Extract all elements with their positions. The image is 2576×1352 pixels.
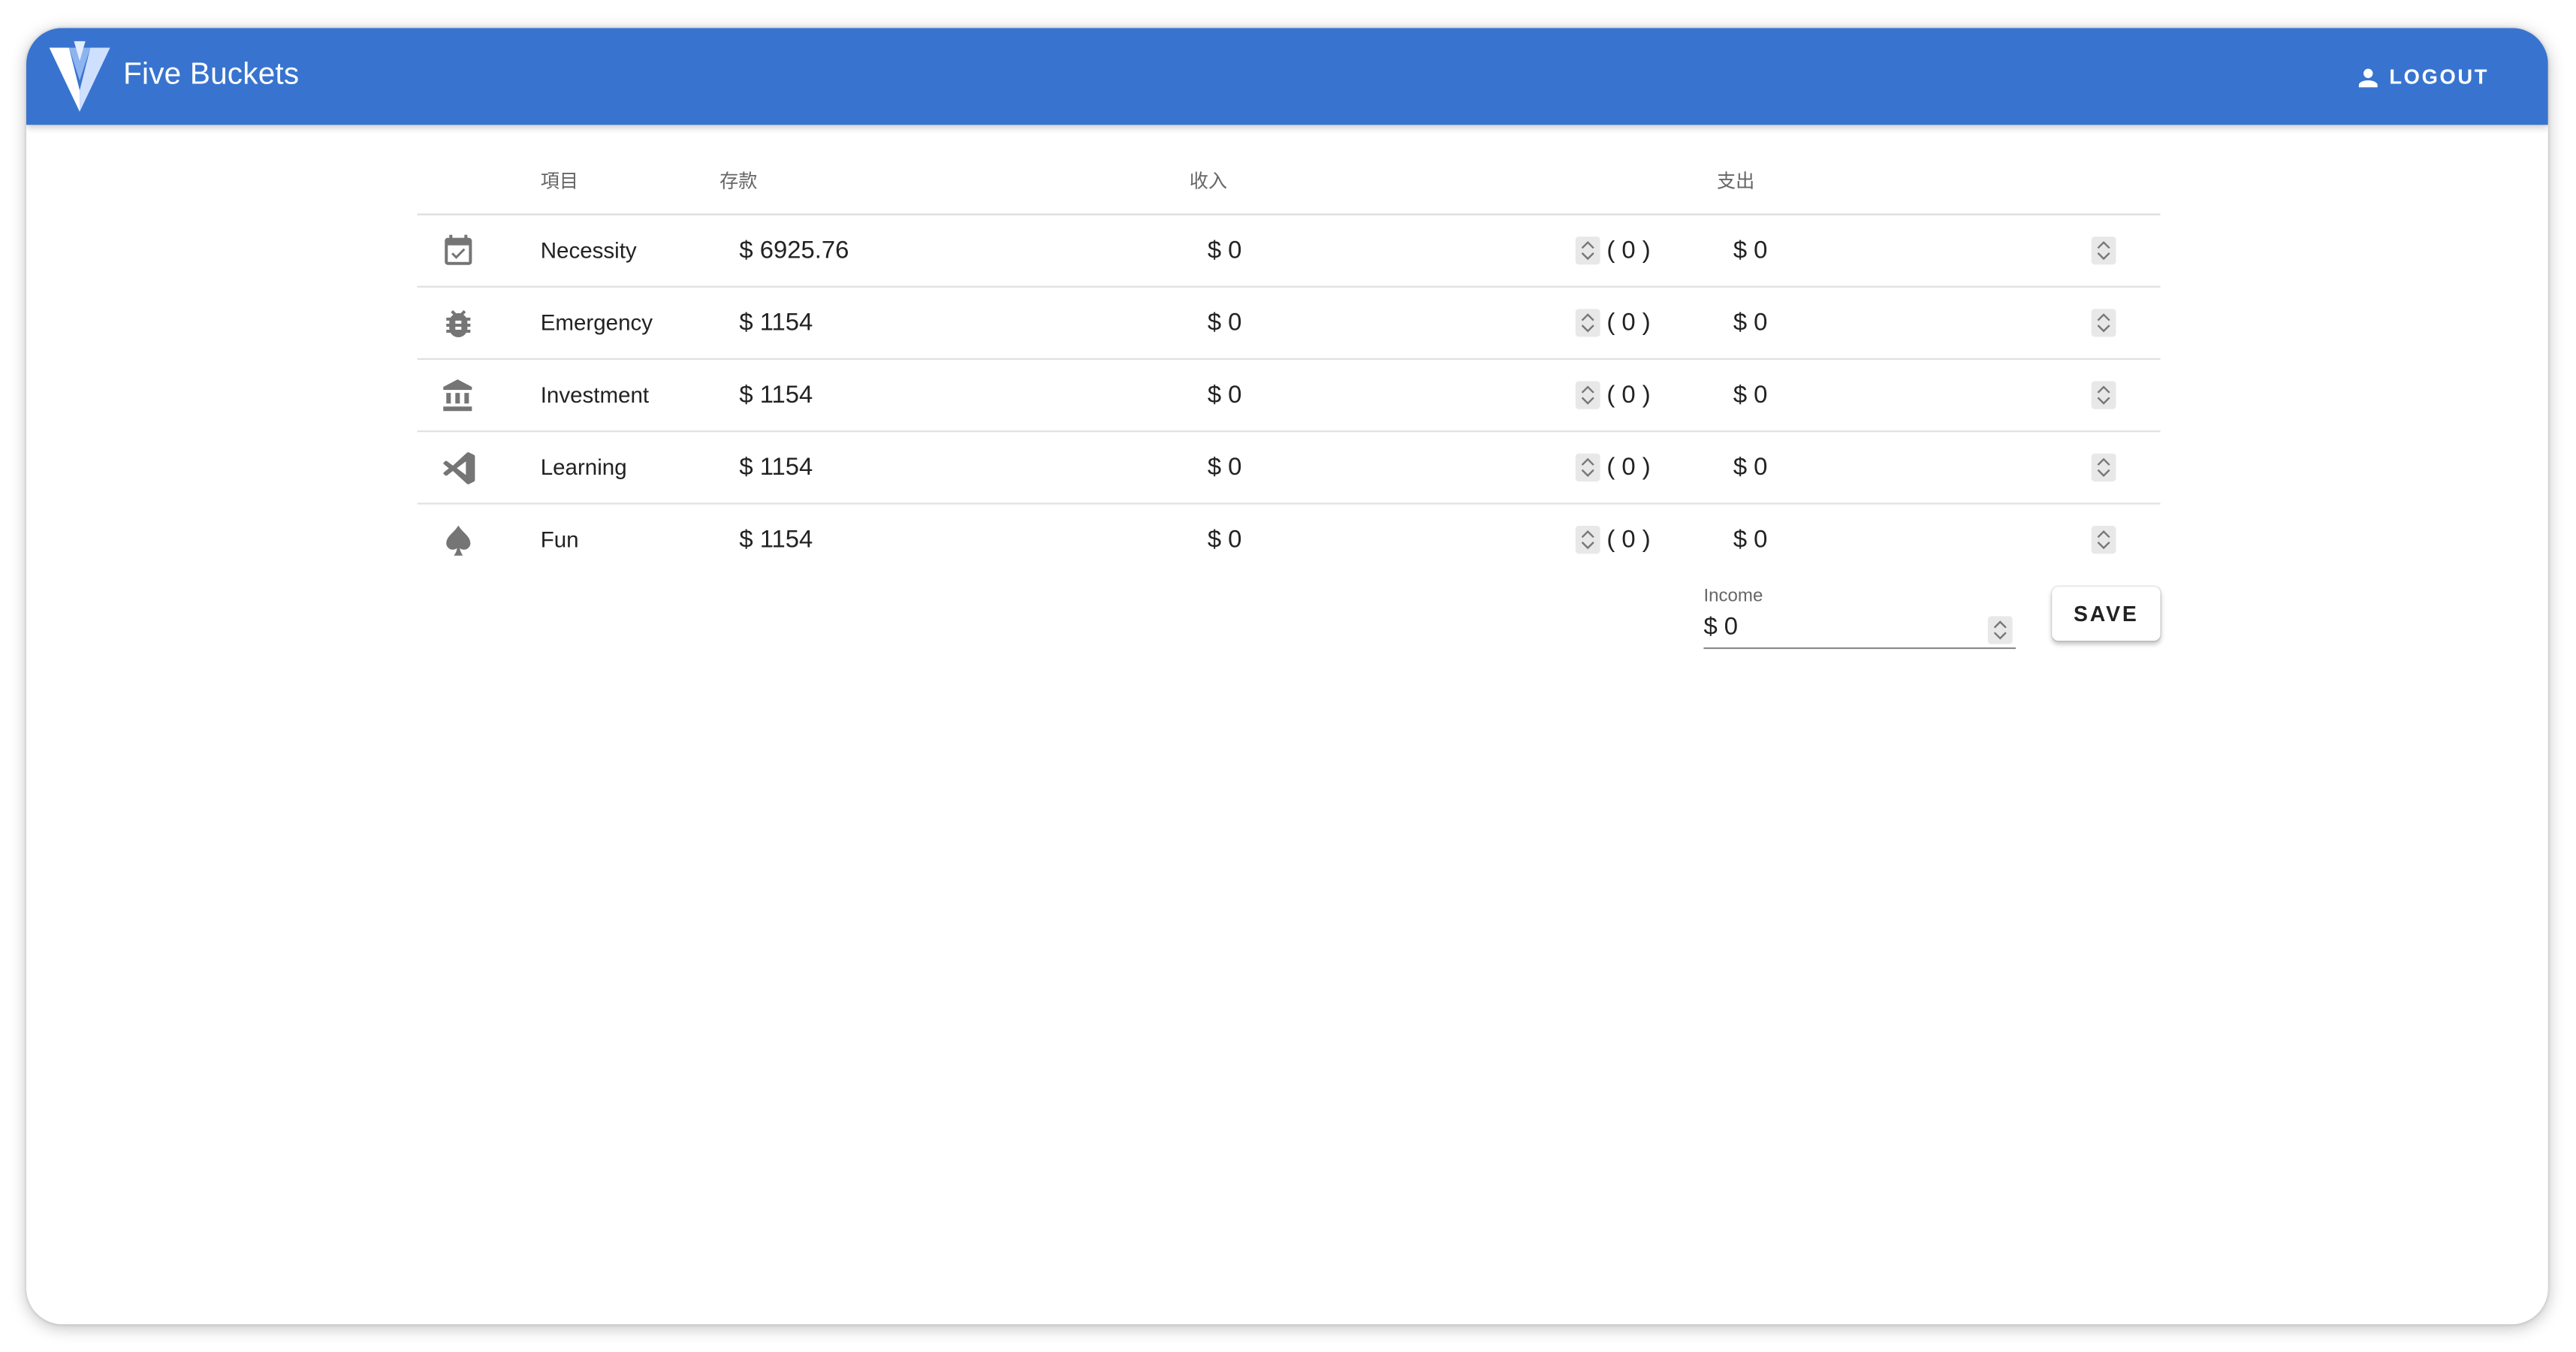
app-title: Five Buckets [123, 56, 300, 91]
row-income-paren: ( 0 ) [1606, 526, 1651, 554]
income-spinner[interactable] [1575, 526, 1600, 554]
bank-icon [440, 378, 476, 414]
row-expense-input[interactable]: $ 0 [1733, 454, 1768, 481]
table-header: 項目 存款 收入 支出 [417, 125, 2161, 216]
calendar-check-icon [440, 234, 476, 270]
logout-button[interactable]: LOGOUT [2354, 61, 2489, 94]
spinner-arrows-icon [2097, 530, 2110, 550]
spade-icon [440, 523, 476, 559]
row-income-input[interactable]: $ 0 [1208, 382, 1242, 409]
row-income-input[interactable]: $ 0 [1208, 237, 1242, 264]
row-savings: $ 1154 [739, 453, 813, 481]
spinner-arrows-icon [2097, 457, 2110, 477]
spinner-arrows-icon [1993, 620, 2007, 640]
spinner-arrows-icon [1581, 240, 1594, 261]
header-expense: 支出 [1716, 172, 1755, 192]
row-income-input[interactable]: $ 0 [1208, 309, 1242, 336]
expense-spinner[interactable] [2091, 526, 2116, 554]
income-label: Income [1703, 586, 1763, 607]
row-name: Emergency [540, 310, 653, 336]
row-savings: $ 6925.76 [739, 237, 849, 265]
row-expense-input[interactable]: $ 0 [1733, 237, 1768, 264]
row-expense-input[interactable]: $ 0 [1733, 382, 1768, 409]
income-input[interactable]: $ 0 [1703, 610, 2016, 650]
code-editor-icon [440, 450, 476, 486]
save-button[interactable]: SAVE [2052, 586, 2161, 641]
spinner-arrows-icon [1581, 457, 1594, 477]
spinner-arrows-icon [1581, 530, 1594, 550]
row-income-input[interactable]: $ 0 [1208, 526, 1242, 554]
table-row: Necessity $ 6925.76 $ 0 ( 0 ) $ 0 [417, 216, 2161, 288]
table-row: Investment $ 1154 $ 0 ( 0 ) $ 0 [417, 360, 2161, 433]
row-savings: $ 1154 [739, 526, 813, 554]
spinner-arrows-icon [2097, 313, 2110, 333]
vuetify-logo-icon [49, 41, 110, 112]
expense-spinner[interactable] [2091, 309, 2116, 337]
row-income-paren: ( 0 ) [1606, 381, 1651, 409]
app-window: Five Buckets LOGOUT 項目 存款 收入 支出 Necessit… [26, 28, 2548, 1325]
header-income: 收入 [1189, 172, 1228, 192]
row-income-paren: ( 0 ) [1606, 237, 1651, 265]
income-footer: Income $ 0 SAVE [418, 575, 2161, 674]
row-name: Investment [540, 382, 650, 408]
income-total-spinner[interactable] [1987, 616, 2013, 644]
spinner-arrows-icon [1581, 385, 1594, 405]
header-savings: 存款 [719, 172, 758, 192]
row-income-input[interactable]: $ 0 [1208, 454, 1242, 481]
row-name: Necessity [540, 238, 637, 263]
income-input-value: $ 0 [1703, 612, 1739, 641]
bug-icon [440, 306, 476, 342]
row-expense-input[interactable]: $ 0 [1733, 526, 1768, 554]
row-name: Fun [540, 527, 579, 552]
row-expense-input[interactable]: $ 0 [1733, 309, 1768, 336]
spinner-arrows-icon [2097, 240, 2110, 261]
table-row: Learning $ 1154 $ 0 ( 0 ) $ 0 [417, 432, 2161, 505]
row-income-paren: ( 0 ) [1606, 453, 1651, 481]
spinner-arrows-icon [2097, 385, 2110, 405]
row-savings: $ 1154 [739, 381, 813, 409]
table-body: Necessity $ 6925.76 $ 0 ( 0 ) $ 0 Emerge… [417, 216, 2161, 575]
buckets-table: 項目 存款 收入 支出 Necessity $ 6925.76 $ 0 ( 0 … [417, 125, 2161, 674]
expense-spinner[interactable] [2091, 237, 2116, 265]
table-row: Emergency $ 1154 $ 0 ( 0 ) $ 0 [417, 288, 2161, 361]
income-spinner[interactable] [1575, 453, 1600, 481]
income-spinner[interactable] [1575, 237, 1600, 265]
app-bar: Five Buckets LOGOUT [26, 28, 2548, 125]
table-row: Fun $ 1154 $ 0 ( 0 ) $ 0 [418, 505, 2161, 575]
row-savings: $ 1154 [739, 309, 813, 337]
income-spinner[interactable] [1575, 381, 1600, 409]
spinner-arrows-icon [1581, 313, 1594, 333]
expense-spinner[interactable] [2091, 381, 2116, 409]
logout-label: LOGOUT [2389, 65, 2490, 89]
header-item: 項目 [540, 172, 578, 192]
expense-spinner[interactable] [2091, 453, 2116, 481]
row-income-paren: ( 0 ) [1606, 309, 1651, 337]
row-name: Learning [540, 454, 627, 480]
account-icon [2359, 68, 2378, 87]
income-spinner[interactable] [1575, 309, 1600, 337]
